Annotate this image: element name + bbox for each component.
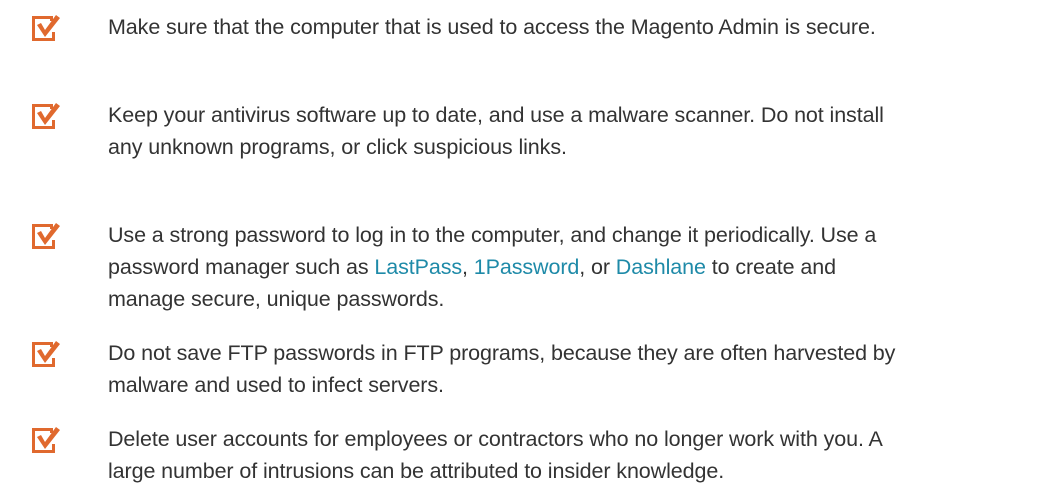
text-line: large number of intrusions can be attrib… [108,459,725,483]
text-line: Do not save FTP passwords in FTP program… [108,341,896,365]
checklist-text: Use a strong password to log in to the c… [108,219,1053,315]
text-line: Delete user accounts for employees or co… [108,427,883,451]
checked-box-icon [29,338,61,368]
checklist-text: Delete user accounts for employees or co… [108,423,1053,487]
dashlane-link[interactable]: Dashlane [616,255,706,279]
checked-box-icon [29,12,61,42]
text-line: manage secure, unique passwords. [108,287,445,311]
checked-box-icon [29,424,61,454]
text-line: malware and used to infect servers. [108,373,444,397]
checked-box-icon [29,220,61,250]
text-line: Make sure that the computer that is used… [108,15,876,39]
text-line: any unknown programs, or click suspiciou… [108,135,567,159]
checked-box-icon [29,100,61,130]
1password-link[interactable]: 1Password [474,255,580,279]
checklist-text: Make sure that the computer that is used… [108,11,1053,43]
text-line: Keep your antivirus software up to date,… [108,103,884,127]
text-line: password manager such as LastPass, 1Pass… [108,251,1053,283]
checklist-text: Keep your antivirus software up to date,… [108,99,1053,163]
text-segment: , [462,255,474,279]
text-line: Use a strong password to log in to the c… [108,223,877,247]
lastpass-link[interactable]: LastPass [374,255,462,279]
text-segment: to create and [705,255,836,279]
security-checklist: Make sure that the computer that is used… [0,0,1063,485]
text-segment: password manager such as [108,255,375,279]
text-segment: , or [579,255,616,279]
checklist-text: Do not save FTP passwords in FTP program… [108,337,1053,401]
